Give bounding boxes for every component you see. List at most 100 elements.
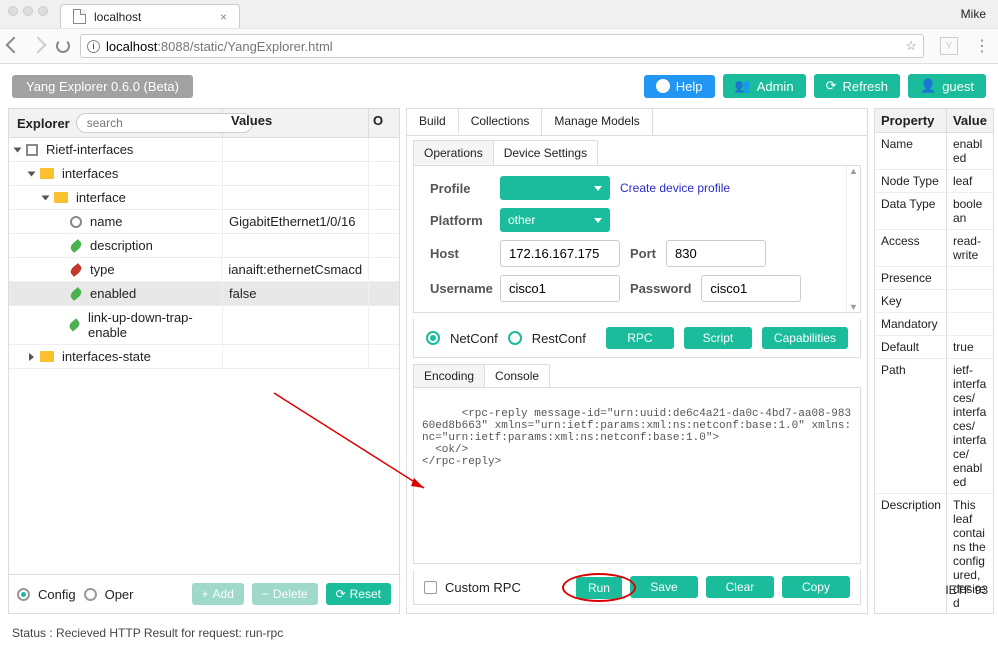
port-input[interactable]	[666, 240, 766, 267]
delete-button[interactable]: − Delete	[252, 583, 318, 605]
property-row: Pathietf-interfaces/ interfaces/ interfa…	[875, 359, 993, 494]
subtab-operations[interactable]: Operations	[413, 140, 494, 165]
tree-node-value[interactable]: GigabitEthernet1/0/16	[223, 210, 369, 233]
tree-node-value[interactable]	[223, 186, 369, 209]
netconf-label: NetConf	[450, 331, 498, 346]
oper-radio[interactable]	[84, 588, 97, 601]
admin-button[interactable]: 👥 Admin	[723, 74, 806, 98]
tree-row[interactable]: nameGigabitEthernet1/0/16	[9, 210, 399, 234]
custom-rpc-label: Custom RPC	[445, 580, 521, 595]
tree-node-label: enabled	[90, 286, 136, 301]
tree-node-value[interactable]	[223, 234, 369, 257]
tab-encoding[interactable]: Encoding	[413, 364, 485, 387]
property-row: Key	[875, 290, 993, 313]
tree-row[interactable]: type ianaift:ethernetCsmacd	[9, 258, 399, 282]
prop-header-key: Property	[875, 109, 947, 132]
subtab-device-settings[interactable]: Device Settings	[493, 140, 598, 165]
platform-label: Platform	[430, 213, 490, 228]
refresh-button[interactable]: ⟳ Refresh	[814, 74, 900, 98]
tree-row[interactable]: interfaces	[9, 162, 399, 186]
folder-icon	[40, 168, 54, 179]
caret-icon[interactable]	[28, 171, 36, 176]
leaf-icon	[69, 287, 83, 301]
browser-tab[interactable]: localhost ×	[60, 4, 240, 28]
add-button[interactable]: + Add	[192, 583, 244, 605]
tree-row[interactable]: interfaces-state	[9, 345, 399, 369]
caret-icon[interactable]	[42, 195, 50, 200]
browser-menu-icon[interactable]: ⋮	[974, 36, 990, 56]
tab-manage-models[interactable]: Manage Models	[542, 109, 652, 135]
caret-icon[interactable]	[29, 353, 34, 361]
profile-dropdown[interactable]	[500, 176, 610, 200]
custom-rpc-checkbox[interactable]	[424, 581, 437, 594]
tree-row[interactable]: enabled false	[9, 282, 399, 306]
extension-icon[interactable]: Y	[940, 37, 958, 55]
save-button[interactable]: Save	[630, 576, 698, 598]
tree-node-value[interactable]	[223, 138, 369, 161]
leaf-icon	[69, 239, 83, 253]
refresh-icon: ⟳	[826, 78, 837, 94]
main-tabs: Build Collections Manage Models	[407, 109, 867, 136]
rpc-button[interactable]: RPC	[606, 327, 674, 349]
reload-icon[interactable]	[56, 39, 70, 53]
property-row: Accessread-write	[875, 230, 993, 267]
script-button[interactable]: Script	[684, 327, 752, 349]
schema-tree[interactable]: Rietf-interfaces interfaces interface nameG…	[9, 138, 399, 574]
prop-header-value: Value	[947, 109, 993, 132]
username-input[interactable]	[500, 275, 620, 302]
config-radio[interactable]	[17, 588, 30, 601]
back-icon[interactable]	[6, 37, 23, 54]
run-bar: Custom RPC Run Save Clear Copy	[413, 570, 861, 605]
password-input[interactable]	[701, 275, 801, 302]
tab-close-icon[interactable]: ×	[220, 10, 227, 24]
oper-label: Oper	[105, 587, 134, 602]
run-button[interactable]: Run	[576, 577, 622, 599]
config-label: Config	[38, 587, 76, 602]
github-icon	[656, 79, 670, 93]
tree-row[interactable]: Rietf-interfaces	[9, 138, 399, 162]
tree-node-value[interactable]	[223, 306, 369, 344]
profile-name[interactable]: Mike	[961, 7, 998, 21]
tab-collections[interactable]: Collections	[459, 109, 543, 135]
copy-button[interactable]: Copy	[782, 576, 850, 598]
url-host: localhost	[106, 39, 157, 54]
tab-build[interactable]: Build	[407, 109, 459, 135]
tree-node-value[interactable]: false	[223, 282, 369, 305]
console-output[interactable]: <rpc-reply message-id="urn:uuid:de6c4a21…	[413, 387, 861, 564]
capabilities-button[interactable]: Capabilities	[762, 327, 848, 349]
create-profile-link[interactable]: Create device profile	[620, 181, 730, 195]
help-button[interactable]: Help	[644, 75, 715, 98]
protocol-bar: NetConf RestConf RPC Script Capabilities	[413, 319, 861, 358]
tree-node-label: link-up-down-trap-enable	[88, 310, 218, 340]
tree-node-label: interfaces	[62, 166, 118, 181]
restconf-radio[interactable]	[508, 331, 522, 345]
leaf-icon	[69, 263, 83, 277]
bookmark-star-icon[interactable]: ☆	[905, 38, 917, 54]
reset-button[interactable]: ⟳ Reset	[326, 583, 391, 605]
host-input[interactable]	[500, 240, 620, 267]
tab-console[interactable]: Console	[484, 364, 550, 387]
clear-button[interactable]: Clear	[706, 576, 774, 598]
platform-dropdown[interactable]: other	[500, 208, 610, 232]
guest-button[interactable]: 👤 guest	[908, 74, 986, 98]
tree-node-value[interactable]	[223, 162, 369, 185]
window-controls[interactable]	[8, 6, 48, 16]
key-icon	[70, 216, 82, 228]
tree-node-value[interactable]	[223, 345, 369, 368]
username-label: Username	[430, 281, 490, 296]
netconf-radio[interactable]	[426, 331, 440, 345]
folder-icon	[40, 351, 54, 362]
property-row: Defaulttrue	[875, 336, 993, 359]
site-info-icon[interactable]: i	[87, 40, 100, 53]
tree-row[interactable]: link-up-down-trap-enable	[9, 306, 399, 345]
caret-icon[interactable]	[14, 147, 22, 152]
tree-node-label: description	[90, 238, 153, 253]
tree-node-value[interactable]: ianaift:ethernetCsmacd	[222, 258, 369, 281]
tree-node-label: type	[90, 262, 115, 277]
form-scrollbar[interactable]	[846, 166, 860, 312]
tree-row[interactable]: description	[9, 234, 399, 258]
tree-row[interactable]: interface	[9, 186, 399, 210]
tree-node-label: interface	[76, 190, 126, 205]
property-row: Presence	[875, 267, 993, 290]
address-bar[interactable]: i localhost :8088/static/YangExplorer.ht…	[80, 34, 924, 58]
